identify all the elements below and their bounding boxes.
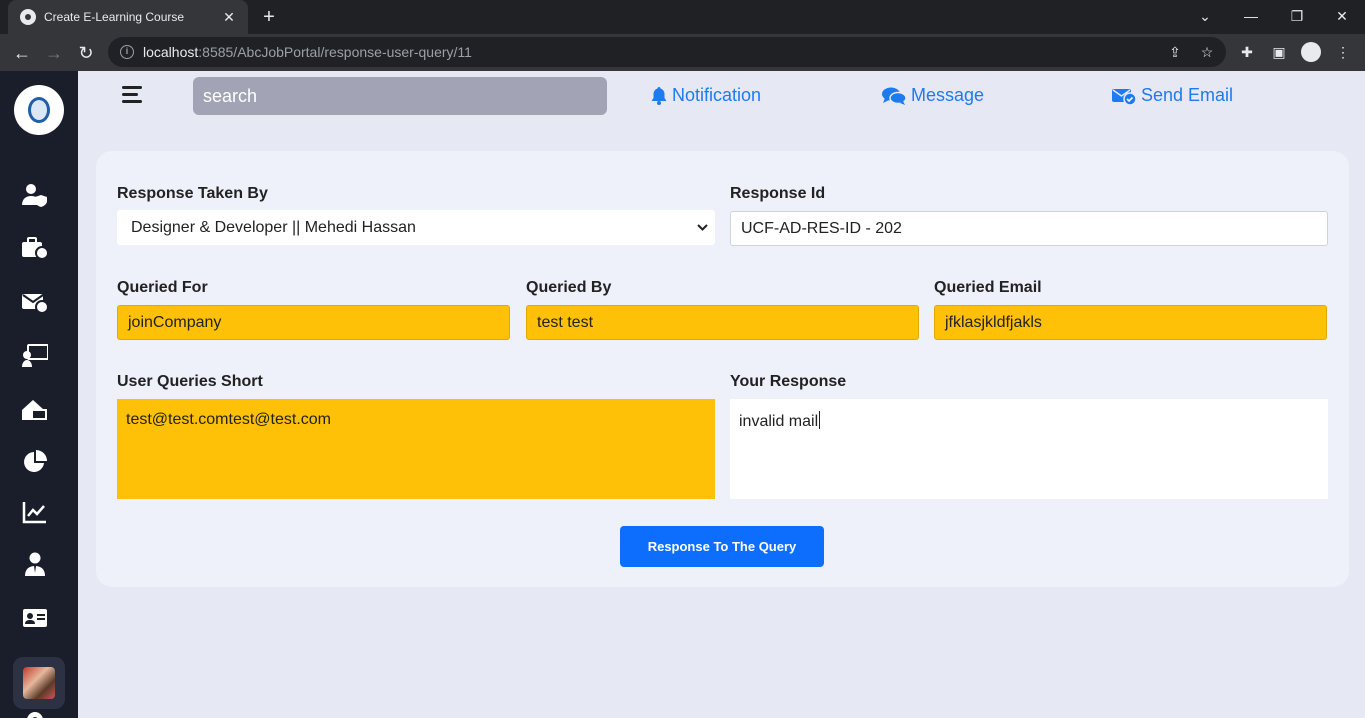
minimize-button[interactable]: — [1228,0,1274,32]
close-window-button[interactable]: ✕ [1319,0,1365,32]
extensions-icon[interactable]: ✚ [1237,42,1257,62]
briefcase-clock-icon[interactable] [22,236,49,260]
chrome-menu-icon[interactable]: ⋮ [1333,42,1353,62]
user-queries-short-textarea[interactable]: test@test.comtest@test.com [117,399,715,499]
app-logo[interactable] [14,85,64,135]
profile-icon[interactable] [1301,42,1321,62]
response-taken-by-value: Designer & Developer || Mehedi Hassan [131,218,416,236]
queried-for-label: Queried For [117,279,208,296]
site-info-icon[interactable]: i [120,45,134,59]
your-response-label: Your Response [730,373,847,390]
user-tie-icon[interactable] [22,552,48,576]
tab-title: Create E-Learning Course [44,10,185,24]
response-taken-by-select[interactable]: Designer & Developer || Mehedi Hassan [117,210,715,245]
queried-by-field[interactable]: test test [526,305,919,340]
queried-by-label: Queried By [526,279,612,296]
hamburger-menu-icon[interactable] [122,86,142,104]
back-arrow-icon[interactable]: ← [9,40,35,66]
reload-icon[interactable]: ↻ [73,40,99,66]
message-label: Message [911,85,985,105]
user-queries-short-label: User Queries Short [117,373,263,390]
message-link[interactable]: Message [882,85,984,106]
response-to-query-button[interactable]: Response To The Query [620,526,824,567]
chevron-down-icon [697,224,708,231]
response-id-field[interactable]: UCF-AD-RES-ID - 202 [730,211,1328,246]
browser-toolbar: ← → ↻ i localhost:8585/AbcJobPortal/resp… [0,34,1365,71]
main-content: Notification Message Send Email Response… [78,71,1365,718]
search-input[interactable] [193,77,607,115]
your-response-textarea[interactable]: invalid mail [730,399,1328,499]
queried-for-field[interactable]: joinCompany [117,305,510,340]
response-form-card: Response Taken By Designer & Developer |… [96,151,1349,587]
share-icon[interactable]: ⇪ [1166,43,1184,61]
browser-tab[interactable]: Create E-Learning Course ✕ [8,0,248,34]
response-id-label: Response Id [730,185,826,202]
notification-link[interactable]: Notification [651,85,761,106]
envelope-check-icon [1112,88,1136,105]
tab-close-icon[interactable]: ✕ [218,9,240,26]
gear-icon[interactable] [22,708,48,718]
id-card-icon[interactable] [22,606,48,630]
tab-favicon-icon [20,9,36,25]
bookmark-star-icon[interactable]: ☆ [1198,43,1216,61]
queried-email-field[interactable]: jfklasjkldfjakls [934,305,1327,340]
sidebar [0,71,78,718]
address-bar[interactable]: i localhost:8585/AbcJobPortal/response-u… [108,37,1226,67]
new-tab-button[interactable]: + [258,6,280,28]
response-taken-by-label: Response Taken By [117,185,268,202]
side-panel-icon[interactable]: ▣ [1269,42,1289,62]
house-laptop-icon[interactable] [22,398,48,422]
bell-icon [651,86,667,105]
avatar[interactable] [13,657,65,709]
browser-tabbar: Create E-Learning Course ✕ + ⌄ — ❐ ✕ [0,0,1365,34]
restore-button[interactable]: ❐ [1274,0,1320,32]
line-chart-icon[interactable] [22,500,48,524]
comments-icon [882,87,906,105]
pie-chart-icon[interactable] [22,450,48,474]
user-shield-icon[interactable] [22,183,48,207]
text-caret [819,411,821,429]
forward-arrow-icon[interactable]: → [41,40,67,66]
chalkboard-user-icon[interactable] [22,343,49,367]
url-text: localhost:8585/AbcJobPortal/response-use… [143,44,472,60]
send-email-link[interactable]: Send Email [1112,85,1233,106]
queried-email-label: Queried Email [934,279,1042,296]
notification-label: Notification [672,85,762,105]
envelope-check-icon[interactable] [22,290,49,314]
send-email-label: Send Email [1141,85,1234,105]
your-response-value: invalid mail [739,413,819,430]
tab-search-icon[interactable]: ⌄ [1182,0,1228,32]
